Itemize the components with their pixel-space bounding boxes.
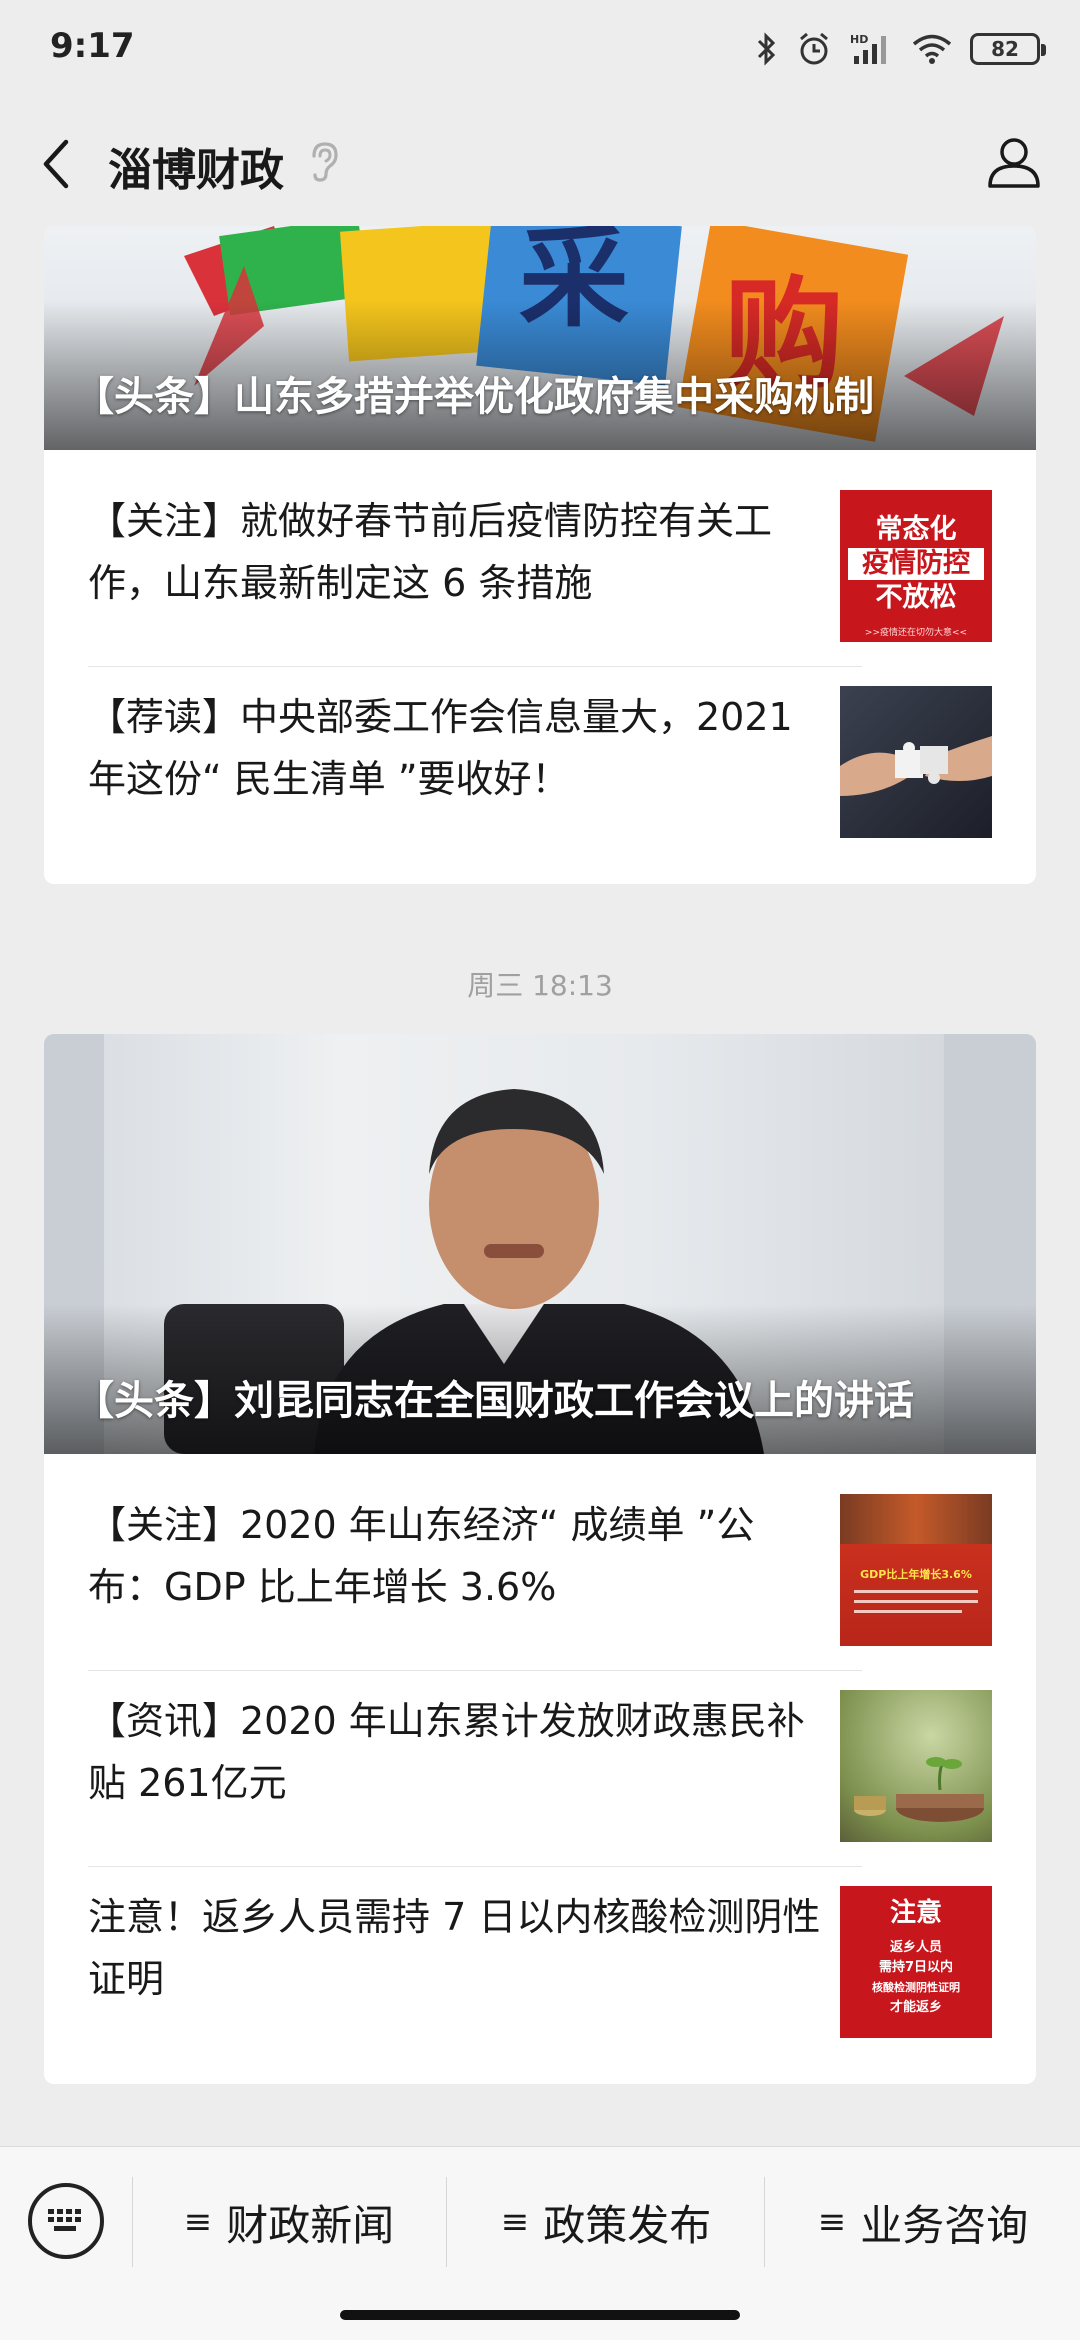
coins-plant-image bbox=[840, 1690, 992, 1842]
menu-item-business-consult[interactable]: ≡ 业务咨询 bbox=[766, 2187, 1080, 2257]
list-item-title: 【荐读】中央部委工作会信息量大，2021 年这份“ 民生清单 ”要收好！ bbox=[88, 695, 793, 801]
svg-text:HD: HD bbox=[850, 33, 868, 46]
list-item[interactable]: 【荐读】中央部委工作会信息量大，2021 年这份“ 民生清单 ”要收好！ bbox=[88, 646, 992, 842]
thumb-footnote: >>疫情还在切勿大意<< bbox=[864, 628, 968, 638]
thumb-line: 核酸检测阴性证明 bbox=[872, 1981, 960, 1994]
status-icons: HD 82 bbox=[756, 24, 1046, 74]
menu-item-policy-release[interactable]: ≡ 政策发布 bbox=[448, 2187, 764, 2257]
list-item-title: 【关注】2020 年山东经济“ 成绩单 ”公布：GDP 比上年增长 3.6% bbox=[88, 1503, 755, 1609]
thumb-line: GDP比上年增长3.6% bbox=[860, 1568, 972, 1581]
timestamp: 周三 18:13 bbox=[467, 969, 613, 1002]
profile-icon[interactable] bbox=[984, 132, 1044, 192]
coins-icon bbox=[854, 1757, 984, 1822]
cover-article-1[interactable]: 采 购 【头条】山东多措并举优化政府集中采购机制 bbox=[44, 226, 1036, 450]
list-item-title: 【资讯】2020 年山东累计发放财政惠民补贴 261亿元 bbox=[88, 1699, 805, 1805]
thumb-return-notice: 注意 返乡人员 需持7日以内 核酸检测阴性证明 才能返乡 bbox=[840, 1886, 992, 2038]
thumb-line: 不放松 bbox=[875, 582, 957, 613]
page-title: 淄博财政 bbox=[108, 145, 284, 196]
menu-list-icon: ≡ bbox=[817, 2202, 847, 2242]
keyboard-toggle-button[interactable] bbox=[28, 2183, 104, 2259]
thumb-gdp: GDP比上年增长3.6% bbox=[840, 1494, 992, 1646]
menu-separator bbox=[764, 2177, 765, 2267]
bluetooth-icon bbox=[757, 32, 776, 66]
article-group-1: 采 购 【头条】山东多措并举优化政府集中采购机制 【关注】就做好春节前后疫情防控… bbox=[44, 226, 1036, 884]
status-time: 9:17 bbox=[50, 26, 135, 66]
menu-item-label: 业务咨询 bbox=[860, 2200, 1029, 2250]
menu-item-label: 财政新闻 bbox=[226, 2200, 395, 2250]
list-item-title: 注意！返乡人员需持 7 日以内核酸检测阴性证明 bbox=[88, 1895, 821, 2001]
thumb-line: 返乡人员 bbox=[889, 1940, 942, 1955]
battery-level: 82 bbox=[991, 37, 1019, 61]
puzzle-hands-image bbox=[840, 686, 992, 838]
wifi-icon bbox=[912, 34, 952, 64]
thumb-line: 才能返乡 bbox=[889, 2000, 942, 2015]
cover-article-2[interactable]: 【头条】刘昆同志在全国财政工作会议上的讲话 bbox=[44, 1034, 1036, 1454]
menu-item-label: 政策发布 bbox=[543, 2200, 712, 2250]
list-item-title: 【关注】就做好春节前后疫情防控有关工作，山东最新制定这 6 条措施 bbox=[88, 499, 773, 605]
battery-icon: 82 bbox=[970, 33, 1046, 65]
cover-title: 【头条】山东多措并举优化政府集中采购机制 bbox=[74, 374, 874, 420]
article-group-2: 【头条】刘昆同志在全国财政工作会议上的讲话 【关注】2020 年山东经济“ 成绩… bbox=[44, 1034, 1036, 2084]
alarm-icon bbox=[800, 32, 828, 65]
thumb-line: 常态化 bbox=[875, 514, 957, 545]
thumb-line: 疫情防控 bbox=[848, 548, 984, 580]
menu-separator bbox=[132, 2177, 133, 2267]
thumb-line: 注意 bbox=[889, 1898, 942, 1928]
menu-list-icon: ≡ bbox=[500, 2202, 530, 2242]
back-arrow-icon[interactable] bbox=[36, 136, 80, 192]
keyboard-icon bbox=[48, 2209, 81, 2231]
nav-bar: 淄博财政 bbox=[0, 110, 1080, 220]
menu-list-icon: ≡ bbox=[183, 2202, 213, 2242]
list-item[interactable]: 【资讯】2020 年山东累计发放财政惠民补贴 261亿元 bbox=[88, 1650, 992, 1846]
puzzle-icon bbox=[840, 736, 992, 796]
menu-separator bbox=[446, 2177, 447, 2267]
list-item[interactable]: 注意！返乡人员需持 7 日以内核酸检测阴性证明 注意 返乡人员 需持7日以内 核… bbox=[88, 1846, 992, 2042]
thumb-epidemic-control: 常态化 疫情防控 不放松 >>疫情还在切勿大意<< bbox=[840, 490, 992, 642]
cover-title: 【头条】刘昆同志在全国财政工作会议上的讲话 bbox=[74, 1378, 914, 1424]
menu-item-finance-news[interactable]: ≡ 财政新闻 bbox=[134, 2187, 444, 2257]
ear-icon bbox=[312, 142, 338, 182]
list-item[interactable]: 【关注】2020 年山东经济“ 成绩单 ”公布：GDP 比上年增长 3.6% G… bbox=[88, 1454, 992, 1650]
signal-icon: HD bbox=[850, 33, 886, 64]
list-item[interactable]: 【关注】就做好春节前后疫情防控有关工作，山东最新制定这 6 条措施 常态化 疫情… bbox=[88, 450, 992, 646]
thumb-line: 需持7日以内 bbox=[878, 1960, 954, 1975]
status-bar: 9:17 HD 82 bbox=[0, 0, 1080, 100]
home-indicator[interactable] bbox=[340, 2310, 740, 2320]
